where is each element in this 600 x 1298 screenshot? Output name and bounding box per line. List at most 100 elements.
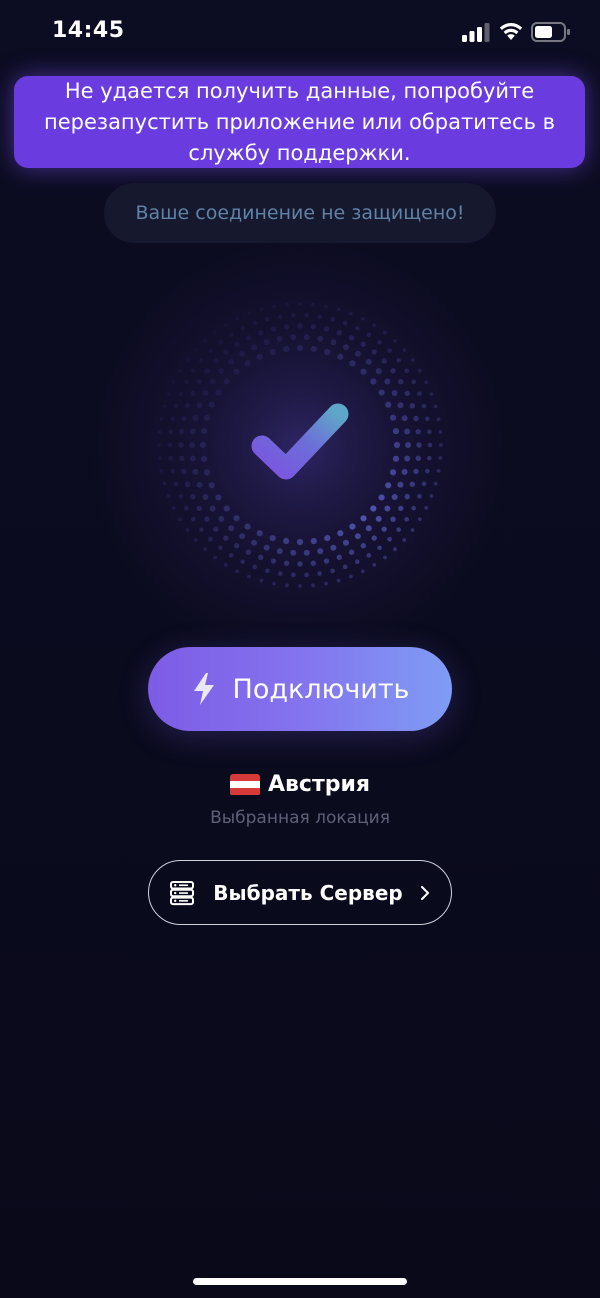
ring-dot [223,535,229,541]
ring-dot [244,523,251,530]
ring-dot [393,441,401,449]
ring-dot [173,403,179,409]
ring-dot [330,316,335,322]
ring-dot [166,494,171,498]
error-banner[interactable]: Не удается получить данные, попробуйте п… [14,76,585,168]
ring-dot [258,329,264,336]
ring-dot [415,455,421,462]
ring-dot [228,553,234,558]
ring-dot [421,403,427,409]
ring-dot [371,535,377,541]
ring-dot [317,571,322,576]
ring-dot [278,314,283,319]
select-server-button[interactable]: Выбрать Сервер [148,860,452,925]
ring-dot [259,578,264,583]
ring-dot [317,314,322,319]
connection-status-pill: Ваше соединение не защищено! [104,183,496,243]
ring-dot [251,344,258,351]
ring-dot [349,574,353,579]
ring-dot [239,533,246,540]
ring-dot [199,358,204,363]
ring-dot [375,515,382,522]
ring-dot [252,564,258,570]
ring-dot [310,345,317,353]
ring-dot [372,562,377,567]
ring-dot [233,515,240,522]
ring-dot [244,360,251,367]
ring-dot [199,527,204,532]
ring-dot [342,344,349,351]
ring-dot [184,481,191,487]
ring-dot [196,378,202,385]
ring-dot [330,544,337,551]
ring-dot [245,335,252,341]
ring-dot [404,368,409,374]
ring-dot [189,442,195,448]
ring-dot [168,455,173,461]
ring-dot [223,562,228,567]
ring-dot [372,323,377,328]
ring-dot [192,468,199,475]
ring-dot [393,338,397,343]
ring-dot [265,568,270,574]
connection-status-text: Ваше соединение не защищено! [135,202,465,224]
ring-dot [167,442,173,448]
ring-dot [297,561,303,567]
ring-dot [228,525,235,532]
status-time: 14:45 [52,18,125,43]
ring-dot [202,389,209,396]
ring-dot [196,402,203,409]
ring-dot [427,455,432,461]
ring-dot [303,334,310,341]
ring-dot [411,379,416,385]
ring-dot [272,304,276,309]
ring-dot [215,494,222,501]
ring-dot [285,583,289,588]
home-indicator[interactable] [193,1278,407,1285]
ring-dot [402,538,407,542]
ring-dot [162,481,167,486]
ring-dot [360,341,367,347]
ring-dot [390,516,396,522]
ring-dot [417,368,422,373]
ring-dot [424,380,429,385]
ring-dot [383,555,387,560]
ring-dot [181,468,187,475]
ring-dot [337,530,344,537]
ring-dot [235,569,240,574]
ring-dot [190,390,196,397]
ring-dot [360,569,365,574]
ring-dot [218,545,223,551]
ring-dot [378,389,385,396]
ring-dot [213,526,219,532]
ring-dot [228,358,235,365]
ring-dot [184,379,189,385]
ring-dot [413,415,419,422]
ring-dot [285,302,289,307]
connect-button[interactable]: Подключить [148,647,452,731]
ring-dot [323,326,330,332]
ring-dot [392,428,400,435]
ring-dot [178,442,184,448]
ring-dot [218,368,225,375]
ring-dot [409,403,416,409]
ring-dot [397,402,404,409]
ring-dot [436,417,441,421]
ring-dot [415,428,421,435]
ring-dot [324,348,331,356]
ring-dot [290,549,297,556]
ring-dot [179,455,185,462]
ring-dot [324,534,331,542]
ring-dot [258,554,264,561]
ring-dot [162,404,167,409]
ring-dot [270,326,277,332]
ring-dot [196,505,202,512]
ring-dot [251,539,258,546]
ring-dot [239,350,246,357]
ring-dot [191,516,196,522]
ring-dot [209,378,216,385]
ring-dot [203,338,207,343]
ring-dot [202,494,209,501]
ring-dot [233,341,240,347]
ring-dot [157,430,162,434]
